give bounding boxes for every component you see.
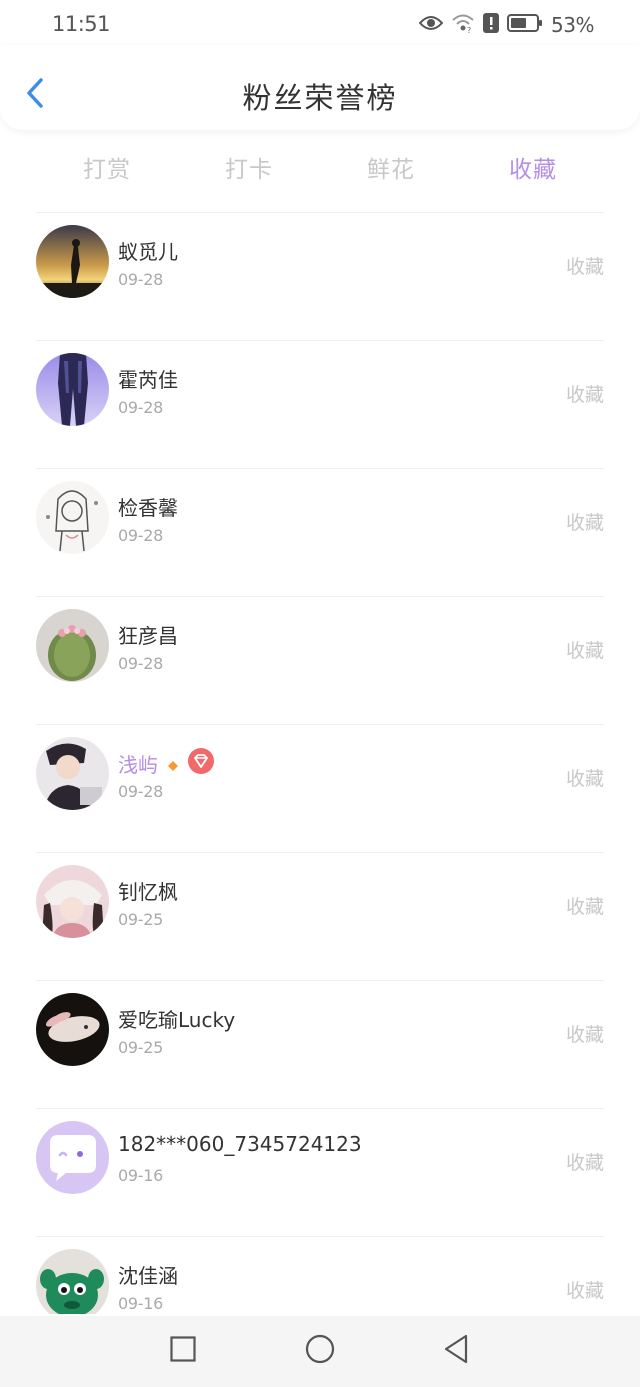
fan-name: 蚁觅儿	[118, 240, 178, 264]
fan-date: 09-28	[118, 526, 163, 545]
favorite-label: 收藏	[565, 768, 604, 790]
avatar	[36, 353, 109, 426]
battery-percent: 53%	[551, 13, 594, 37]
back-nav-button[interactable]	[441, 1334, 471, 1368]
favorite-label: 收藏	[565, 384, 604, 406]
fan-date: 09-28	[118, 398, 163, 417]
favorite-label: 收藏	[565, 896, 604, 918]
avatar	[36, 737, 109, 810]
list-item[interactable]: 浅屿 09-28 收藏	[0, 724, 640, 852]
status-icons: ? 53%	[418, 12, 594, 38]
list-item[interactable]: 沈佳涵 09-16 收藏	[0, 1236, 640, 1314]
favorite-label: 收藏	[565, 1024, 604, 1046]
avatar	[36, 1121, 109, 1194]
header: 粉丝荣誉榜	[0, 45, 640, 130]
favorite-label: 收藏	[565, 1280, 604, 1302]
avatar	[36, 609, 109, 682]
diamond-icon	[168, 752, 178, 776]
list-item[interactable]: 霍芮佳 09-28 收藏	[0, 340, 640, 468]
fan-name: 爱吃瑜Lucky	[118, 1008, 236, 1032]
svg-text:?: ?	[467, 26, 471, 33]
home-button[interactable]	[305, 1334, 335, 1368]
fan-date: 09-16	[118, 1294, 163, 1313]
avatar	[36, 993, 109, 1066]
circle-icon	[305, 1334, 335, 1368]
fan-date: 09-28	[118, 782, 163, 801]
list-item[interactable]: 狂彦昌 09-28 收藏	[0, 596, 640, 724]
fan-list: 蚁觅儿 09-28 收藏 霍芮佳 09-28 收藏 检香馨 09-28 收藏 狂…	[0, 212, 640, 1314]
fan-date: 09-28	[118, 270, 163, 289]
list-item[interactable]: 钊忆枫 09-25 收藏	[0, 852, 640, 980]
avatar	[36, 225, 109, 298]
list-item[interactable]: 蚁觅儿 09-28 收藏	[0, 212, 640, 340]
favorite-label: 收藏	[565, 1152, 604, 1174]
list-item[interactable]: 爱吃瑜Lucky 09-25 收藏	[0, 980, 640, 1108]
fan-name: 霍芮佳	[118, 368, 178, 392]
avatar	[36, 865, 109, 938]
favorite-label: 收藏	[565, 256, 604, 278]
list-item[interactable]: 182***060_7345724123 09-16 收藏	[0, 1108, 640, 1236]
alert-icon	[483, 13, 500, 37]
avatar	[36, 1249, 109, 1314]
recent-apps-button[interactable]	[168, 1336, 198, 1366]
fan-date: 09-28	[118, 654, 163, 673]
eye-icon	[418, 15, 444, 35]
fan-name: 狂彦昌	[118, 624, 178, 648]
favorite-label: 收藏	[565, 640, 604, 662]
tab-favorites[interactable]: 收藏	[473, 150, 593, 184]
status-time: 11:51	[52, 12, 111, 36]
fan-name: 钊忆枫	[118, 880, 178, 904]
fan-name: 浅屿	[118, 748, 214, 779]
fan-date: 09-25	[118, 910, 163, 929]
wifi-icon: ?	[451, 13, 475, 37]
system-nav-bar	[0, 1316, 640, 1387]
vip-badge-icon	[188, 748, 214, 779]
battery-icon	[507, 14, 543, 36]
tab-checkin[interactable]: 打卡	[189, 150, 309, 184]
fan-date: 09-16	[118, 1166, 163, 1185]
fan-date: 09-25	[118, 1038, 163, 1057]
tab-flowers[interactable]: 鲜花	[331, 150, 451, 184]
status-bar: 11:51 ? 53%	[0, 0, 640, 50]
triangle-back-icon	[443, 1334, 469, 1368]
tab-bar: 打赏 打卡 鲜花 收藏	[0, 140, 640, 210]
square-icon	[170, 1336, 196, 1366]
page-title: 粉丝荣誉榜	[242, 81, 398, 115]
fan-name: 182***060_7345724123	[118, 1132, 362, 1156]
fan-name: 沈佳涵	[118, 1264, 178, 1288]
avatar	[36, 481, 109, 554]
favorite-label: 收藏	[565, 512, 604, 534]
fan-name: 检香馨	[118, 496, 178, 520]
tab-reward[interactable]: 打赏	[47, 150, 167, 184]
list-item[interactable]: 检香馨 09-28 收藏	[0, 468, 640, 596]
